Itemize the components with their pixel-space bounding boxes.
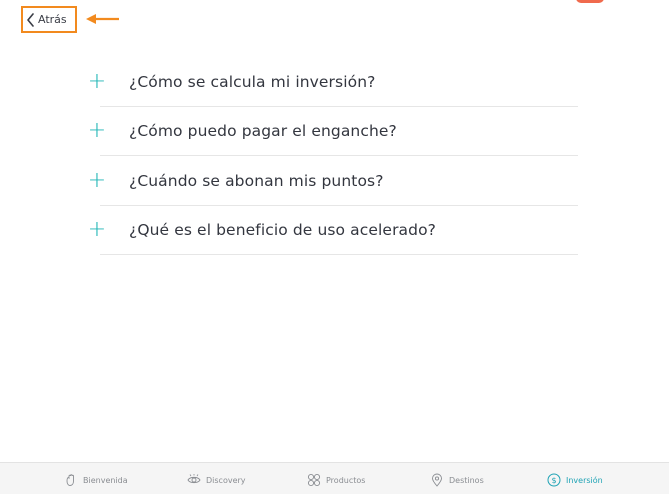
tab-destinos[interactable]: Destinos <box>430 472 484 488</box>
faq-question: ¿Cómo puedo pagar el enganche? <box>129 122 397 141</box>
tab-label: Bienvenida <box>83 475 128 485</box>
dollar-icon: $ <box>547 473 561 487</box>
screen: Atrás + ¿Cómo se calcula mi inversión? +… <box>0 0 669 494</box>
tab-inversion[interactable]: $ Inversión <box>547 472 603 488</box>
tab-discovery[interactable]: Discovery <box>187 472 246 488</box>
back-button[interactable]: Atrás <box>21 6 77 33</box>
back-label: Atrás <box>38 13 67 26</box>
eye-icon <box>187 474 201 484</box>
tab-label: Productos <box>326 475 366 485</box>
faq-item[interactable]: + ¿Cómo se calcula mi inversión? <box>86 57 578 107</box>
tab-label: Destinos <box>449 475 484 485</box>
hand-icon <box>66 474 74 486</box>
tab-bar: Bienvenida Discovery Productos Destinos … <box>0 462 669 494</box>
recording-indicator <box>576 0 604 3</box>
faq-question: ¿Cuándo se abonan mis puntos? <box>129 171 384 190</box>
faq-item[interactable]: + ¿Cuándo se abonan mis puntos? <box>86 156 578 206</box>
tab-bienvenida[interactable]: Bienvenida <box>64 472 128 488</box>
plus-icon: + <box>87 68 107 94</box>
annotation-arrow-icon <box>86 14 119 24</box>
plus-icon: + <box>87 118 107 144</box>
faq-question: ¿Cómo se calcula mi inversión? <box>129 72 376 91</box>
svg-text:$: $ <box>551 476 556 485</box>
faq-item[interactable]: + ¿Qué es el beneficio de uso acelerado? <box>86 206 578 256</box>
faq-list: + ¿Cómo se calcula mi inversión? + ¿Cómo… <box>86 57 578 255</box>
grid-icon <box>307 473 321 487</box>
tab-label: Discovery <box>206 475 246 485</box>
plus-icon: + <box>87 167 107 193</box>
chevron-left-icon <box>27 12 34 27</box>
tab-productos[interactable]: Productos <box>307 472 365 488</box>
tab-label: Inversión <box>566 475 603 485</box>
plus-icon: + <box>87 217 107 243</box>
faq-item[interactable]: + ¿Cómo puedo pagar el enganche? <box>86 107 578 157</box>
map-pin-icon <box>432 473 442 487</box>
faq-question: ¿Qué es el beneficio de uso acelerado? <box>129 221 436 240</box>
